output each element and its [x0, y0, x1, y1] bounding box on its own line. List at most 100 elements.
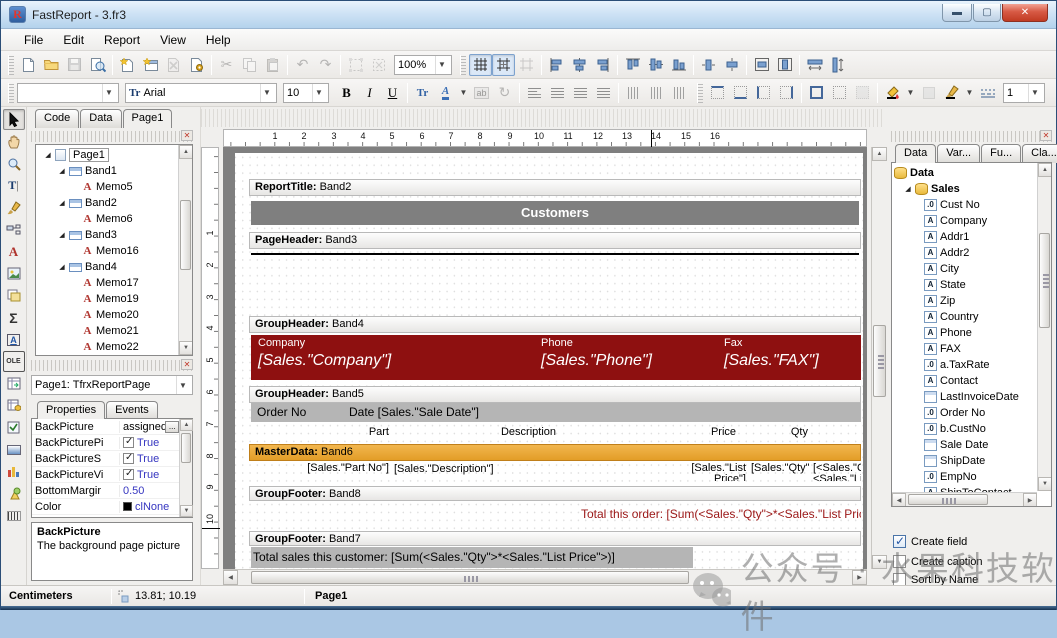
fill-color-button[interactable]: [881, 82, 904, 104]
band-header-groupheader4[interactable]: GroupHeader: Band4: [249, 316, 861, 333]
text-edit-tool[interactable]: T|: [3, 175, 25, 196]
checkbox-icon[interactable]: [123, 469, 134, 480]
menu-view[interactable]: View: [151, 31, 195, 49]
insert-chart-tool[interactable]: [3, 461, 25, 482]
property-row[interactable]: BackPicturePiTrue: [32, 435, 179, 451]
tree-node-memo16[interactable]: AMemo16: [38, 243, 178, 259]
field-row[interactable]: .0b.CustNo: [894, 421, 1037, 437]
menu-file[interactable]: File: [15, 31, 52, 49]
panel-close-icon[interactable]: ✕: [1040, 130, 1052, 141]
cell-qty[interactable]: [Sales."Qty"]: [751, 463, 809, 481]
tab-functions[interactable]: Fu...: [981, 144, 1021, 163]
group-header-band[interactable]: Company [Sales."Company"] Phone [Sales."…: [251, 335, 861, 380]
font-combo[interactable]: Tr Arial▼: [125, 83, 277, 103]
band-header-pageheader[interactable]: PageHeader: Band3: [249, 232, 861, 249]
frame-right-button[interactable]: [775, 82, 798, 104]
expand-icon[interactable]: ◢: [58, 199, 66, 207]
field-company[interactable]: [Sales."Company"]: [258, 352, 391, 370]
align-to-grid-button[interactable]: [515, 54, 538, 76]
tab-classes[interactable]: Cla...: [1022, 144, 1057, 163]
memo-customers[interactable]: Customers: [251, 201, 859, 225]
tab-properties[interactable]: Properties: [37, 401, 105, 419]
option-create-field[interactable]: Create field: [893, 535, 967, 548]
text-style-button[interactable]: Tr: [411, 82, 434, 104]
field-row[interactable]: .0Cust No: [894, 197, 1037, 213]
undo-button[interactable]: ↶: [291, 54, 314, 76]
minimize-button[interactable]: ▬: [942, 4, 972, 22]
align-centers-button[interactable]: [568, 54, 591, 76]
tab-data-tree[interactable]: Data: [895, 144, 936, 163]
insert-dbcrosstab-tool[interactable]: [3, 395, 25, 416]
tab-code[interactable]: Code: [35, 109, 79, 128]
property-row[interactable]: BackPictureSTrue: [32, 451, 179, 467]
center-vertically-button[interactable]: [773, 54, 796, 76]
panel-close-icon[interactable]: ✕: [181, 359, 193, 370]
data-tree-vscrollbar[interactable]: ▲ ▼: [1037, 163, 1051, 491]
zoom-tool[interactable]: [3, 153, 25, 174]
ungroup-button[interactable]: [367, 54, 390, 76]
menu-report[interactable]: Report: [95, 31, 149, 49]
align-bottoms-button[interactable]: [667, 54, 690, 76]
tree-node-memo22[interactable]: AMemo22: [38, 339, 178, 355]
align-middles-button[interactable]: [644, 54, 667, 76]
insert-shape-tool[interactable]: [3, 483, 25, 504]
column-total[interactable]: Total: [816, 426, 861, 438]
align-rights-button[interactable]: [591, 54, 614, 76]
cell-description[interactable]: [Sales."Description"]: [394, 463, 634, 475]
property-row[interactable]: BackPictureassigned)...: [32, 419, 179, 435]
column-part[interactable]: Part: [309, 426, 389, 438]
panel-close-icon[interactable]: ✕: [181, 130, 193, 141]
property-row[interactable]: BottomMargir0.50: [32, 483, 179, 499]
checkbox-icon[interactable]: [893, 555, 906, 568]
tree-node-memo6[interactable]: AMemo6: [38, 211, 178, 227]
checkbox-icon[interactable]: [123, 437, 134, 448]
frame-color-button[interactable]: [940, 82, 963, 104]
property-row[interactable]: BackPictureViTrue: [32, 467, 179, 483]
paste-button[interactable]: [261, 54, 284, 76]
panel-grip[interactable]: ✕: [31, 360, 193, 371]
expand-icon[interactable]: ◢: [58, 167, 66, 175]
label-phone[interactable]: Phone: [541, 337, 573, 349]
band-header-masterdata[interactable]: MasterData: Band6: [249, 444, 861, 461]
field-row[interactable]: ShipDate: [894, 453, 1037, 469]
field-row[interactable]: .0a.TaxRate: [894, 357, 1037, 373]
align-text-middle-button[interactable]: [645, 82, 668, 104]
tab-variables[interactable]: Var...: [937, 144, 980, 163]
checkbox-icon[interactable]: [123, 453, 134, 464]
field-row[interactable]: ACountry: [894, 309, 1037, 325]
close-button[interactable]: ✕: [1002, 4, 1048, 22]
insert-picture-tool[interactable]: [3, 263, 25, 284]
insert-text-tool[interactable]: A: [3, 241, 25, 262]
tree-node-memo17[interactable]: AMemo17: [38, 275, 178, 291]
expand-icon[interactable]: ◢: [58, 231, 66, 239]
column-description[interactable]: Description: [396, 426, 661, 438]
column-price[interactable]: Price: [666, 426, 736, 438]
tree-node-band3[interactable]: ◢Band3: [38, 227, 178, 243]
align-text-bottom-button[interactable]: [668, 82, 691, 104]
align-lefts-button[interactable]: [545, 54, 568, 76]
label-company[interactable]: Company: [258, 337, 305, 349]
field-row[interactable]: .0Order No: [894, 405, 1037, 421]
insert-ole-tool[interactable]: OLE: [3, 351, 25, 372]
hand-tool[interactable]: [3, 131, 25, 152]
panel-grip[interactable]: ✕: [891, 131, 1052, 142]
insert-system-text-tool[interactable]: Σ: [3, 307, 25, 328]
tree-node-page1[interactable]: ◢Page1: [38, 147, 178, 163]
new-page-button[interactable]: [116, 54, 139, 76]
band-header-groupfooter7[interactable]: GroupFooter: Band7: [249, 531, 861, 546]
select-tool[interactable]: [3, 109, 25, 130]
field-row[interactable]: APhone: [894, 325, 1037, 341]
memo-line[interactable]: [251, 253, 859, 271]
tree-node-memo19[interactable]: AMemo19: [38, 291, 178, 307]
field-row[interactable]: AState: [894, 277, 1037, 293]
frame-all-button[interactable]: [805, 82, 828, 104]
center-horizontally-button[interactable]: [750, 54, 773, 76]
data-tree-hscrollbar[interactable]: ◀ ▶: [892, 492, 1037, 506]
frame-width-combo[interactable]: 1▼: [1003, 83, 1045, 103]
same-height-button[interactable]: [826, 54, 849, 76]
object-selector-combo[interactable]: Page1: TfrxReportPage▼: [31, 375, 193, 395]
tree-node-memo21[interactable]: AMemo21: [38, 323, 178, 339]
tree-node-sales[interactable]: ◢Sales: [894, 181, 1037, 197]
style-combo[interactable]: ▼: [17, 83, 119, 103]
canvas-horizontal-scrollbar[interactable]: ◀ ▶: [223, 569, 867, 585]
